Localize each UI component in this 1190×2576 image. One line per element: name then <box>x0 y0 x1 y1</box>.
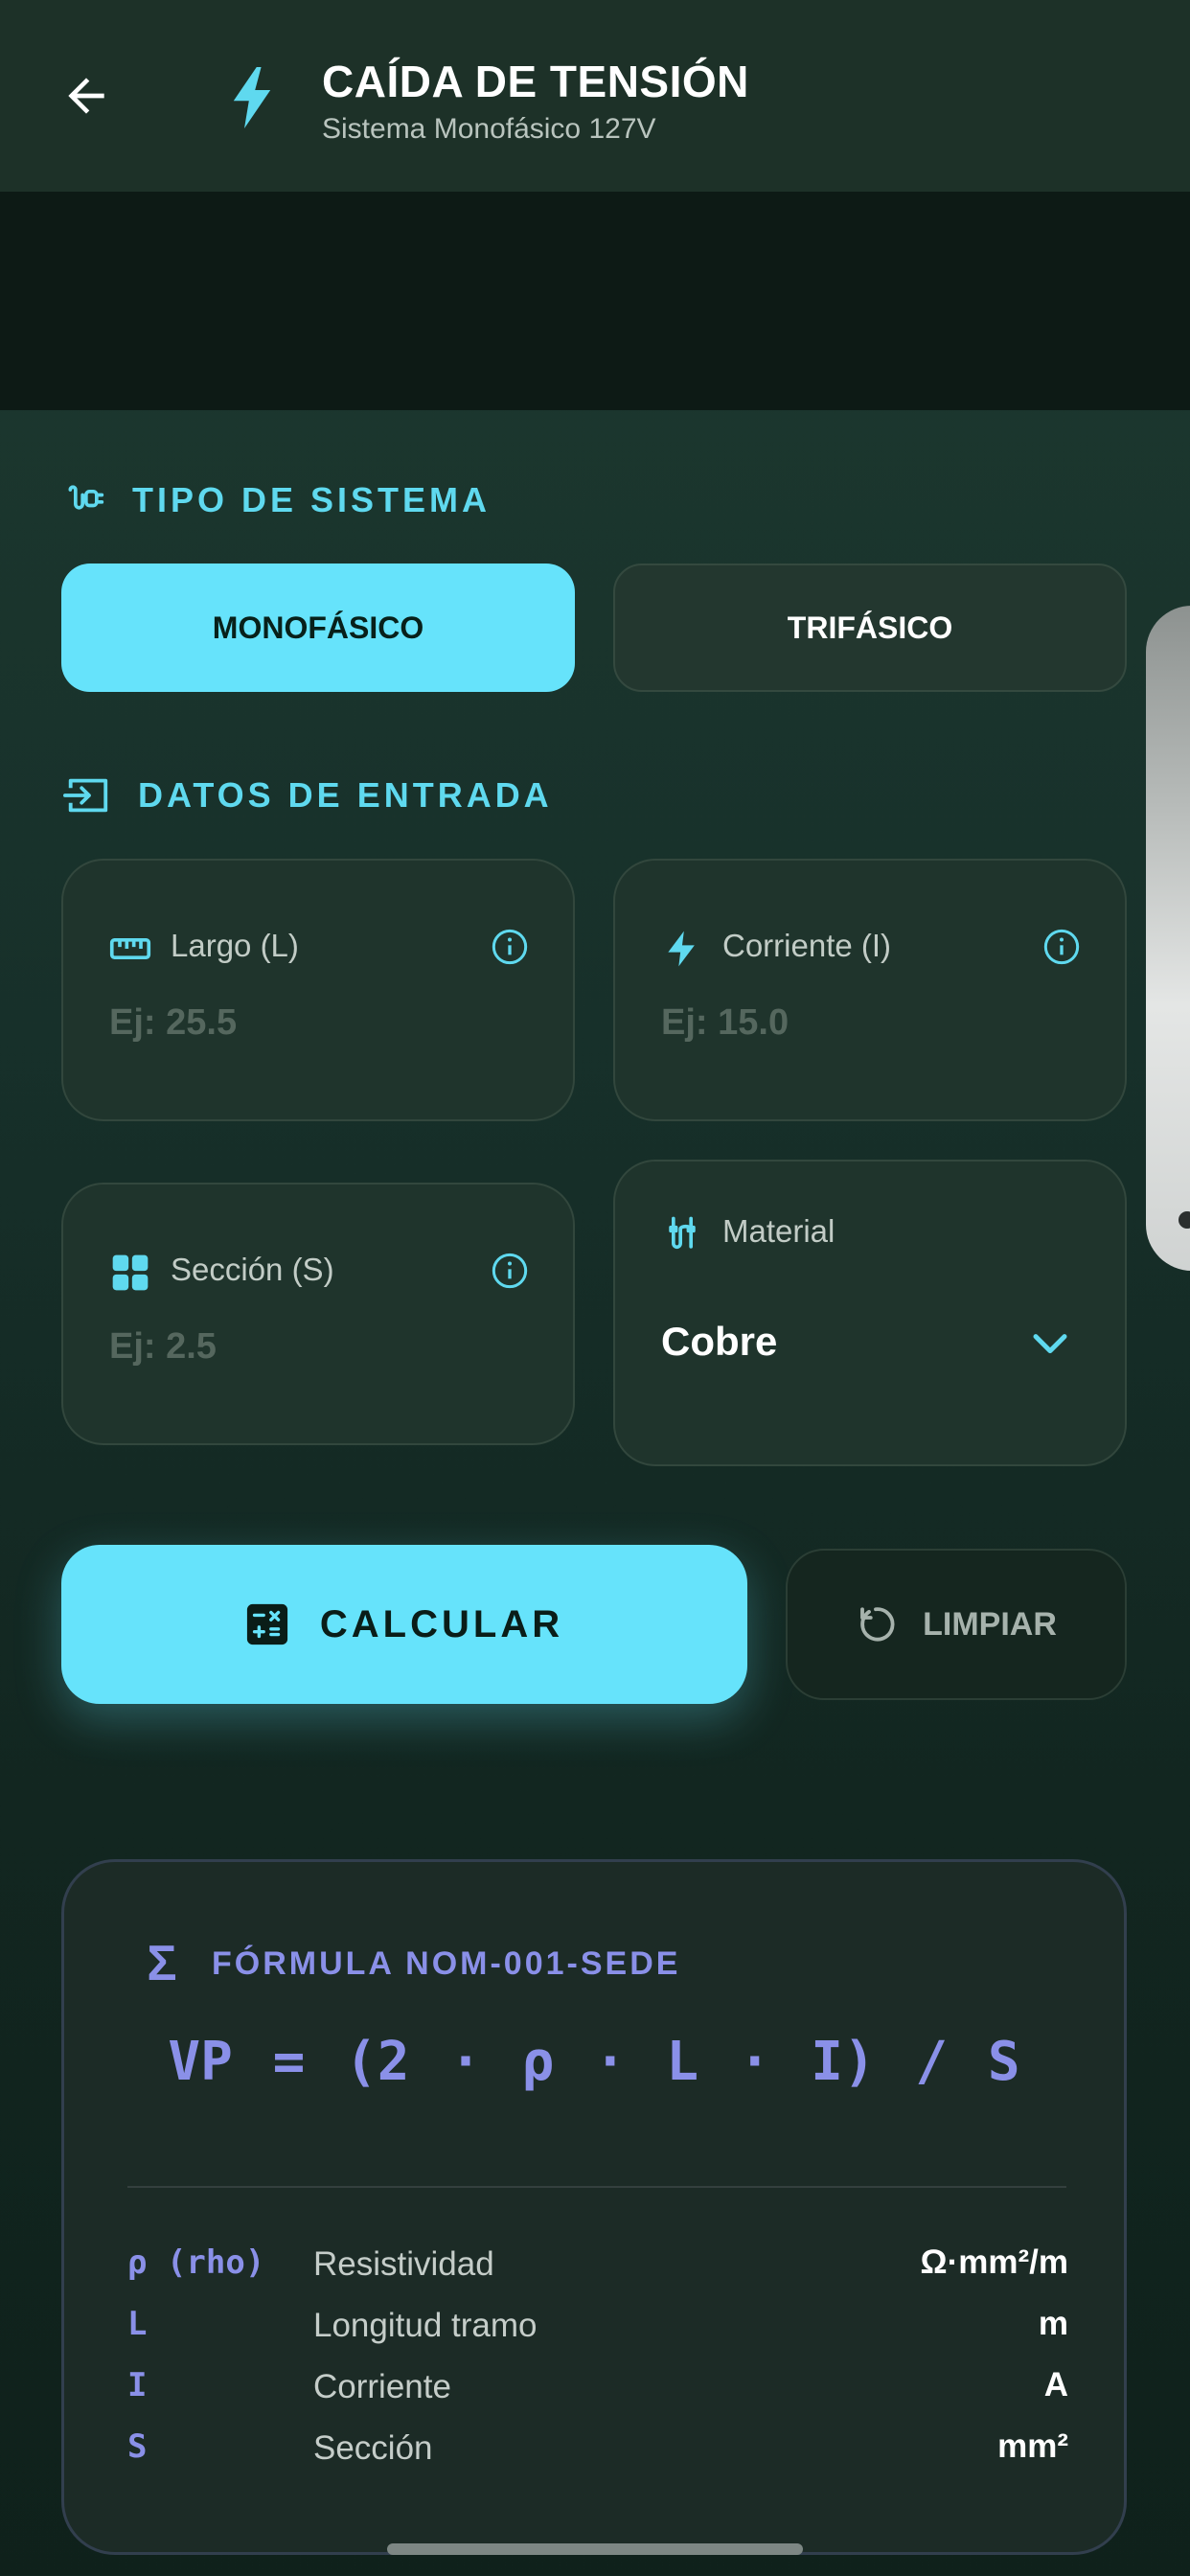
input-section-label: DATOS DE ENTRADA <box>138 775 553 815</box>
variable-name: Sección <box>313 2429 433 2467</box>
clear-label: LIMPIAR <box>923 1605 1057 1643</box>
material-dropdown[interactable]: Material Cobre <box>613 1160 1127 1466</box>
ruler-icon <box>109 938 151 959</box>
info-icon[interactable] <box>491 1252 529 1290</box>
cable-icon <box>669 1216 696 1250</box>
divider <box>127 2186 1066 2188</box>
variable-row: ρ (rho) Resistividad Ω·mm²/m <box>127 2240 1068 2301</box>
grid-icon <box>112 1254 149 1291</box>
variable-row: S Sección mm² <box>127 2424 1068 2485</box>
variables-list: ρ (rho) Resistividad Ω·mm²/m L Longitud … <box>127 2240 1068 2485</box>
formula-title: FÓRMULA NOM-001-SEDE <box>212 1944 681 1982</box>
variable-symbol: ρ (rho) <box>127 2243 265 2282</box>
variable-unit: Ω·mm²/m <box>920 2243 1068 2281</box>
length-field[interactable]: Largo (L) <box>61 859 575 1121</box>
variable-symbol: I <box>127 2366 148 2404</box>
system-section-header: TIPO DE SISTEMA <box>63 479 491 521</box>
variable-symbol: L <box>127 2305 148 2343</box>
input-section-header: DATOS DE ENTRADA <box>63 774 553 816</box>
calculator-icon <box>246 1603 287 1645</box>
info-icon[interactable] <box>491 928 529 966</box>
current-field[interactable]: Corriente (I) <box>613 859 1127 1121</box>
page-subtitle: Sistema Monofásico 127V <box>322 113 656 145</box>
bolt-icon <box>668 931 695 967</box>
variable-name: Corriente <box>313 2368 451 2405</box>
plug-icon <box>68 485 104 510</box>
login-icon <box>63 778 108 813</box>
section-field[interactable]: Sección (S) <box>61 1183 575 1445</box>
calculate-label: CALCULAR <box>319 1602 564 1645</box>
toggle-monofasico[interactable]: MONOFÁSICO <box>61 564 575 692</box>
variable-unit: mm² <box>997 2427 1068 2465</box>
chevron-down-icon <box>1033 1334 1067 1354</box>
variable-unit: A <box>1043 2366 1068 2404</box>
formula-header: Σ FÓRMULA NOM-001-SEDE <box>141 1935 680 1992</box>
length-label: Largo (L) <box>171 928 299 963</box>
formula-equation: VP = (2 · ρ · L · I) / S <box>168 2031 1020 2093</box>
refresh-icon <box>860 1607 895 1642</box>
material-value: Cobre <box>661 1319 778 1364</box>
variable-unit: m <box>1038 2305 1068 2342</box>
app-bar: CAÍDA DE TENSIÓN Sistema Monofásico 127V <box>0 0 1190 192</box>
info-icon[interactable] <box>1042 928 1081 966</box>
variable-row: I Corriente A <box>127 2362 1068 2424</box>
toggle-trifasico[interactable]: TRIFÁSICO <box>613 564 1127 692</box>
system-section-label: TIPO DE SISTEMA <box>132 480 492 519</box>
material-label: Material <box>722 1213 835 1249</box>
variable-symbol: S <box>127 2427 148 2466</box>
variable-row: L Longitud tramo m <box>127 2301 1068 2362</box>
variable-name: Longitud tramo <box>313 2307 538 2344</box>
length-input[interactable] <box>109 1002 512 1044</box>
current-label: Corriente (I) <box>722 928 892 963</box>
edge-panel-handle[interactable] <box>1146 606 1190 1271</box>
handle-dot <box>1179 1211 1190 1229</box>
banner-area <box>0 192 1190 410</box>
home-indicator[interactable] <box>387 2543 803 2555</box>
clear-button[interactable]: LIMPIAR <box>786 1549 1127 1700</box>
section-label: Sección (S) <box>171 1252 334 1287</box>
sigma-icon: Σ <box>147 1936 177 1991</box>
section-input[interactable] <box>109 1326 512 1368</box>
calculate-button[interactable]: CALCULAR <box>61 1545 747 1704</box>
page-title: CAÍDA DE TENSIÓN <box>322 57 749 106</box>
formula-card: Σ FÓRMULA NOM-001-SEDE VP = (2 · ρ · L ·… <box>61 1859 1127 2555</box>
bolt-icon <box>233 67 271 128</box>
arrow-left-icon <box>68 78 104 114</box>
variable-name: Resistividad <box>313 2245 494 2283</box>
current-input[interactable] <box>661 1002 1064 1044</box>
back-button[interactable] <box>48 58 125 134</box>
